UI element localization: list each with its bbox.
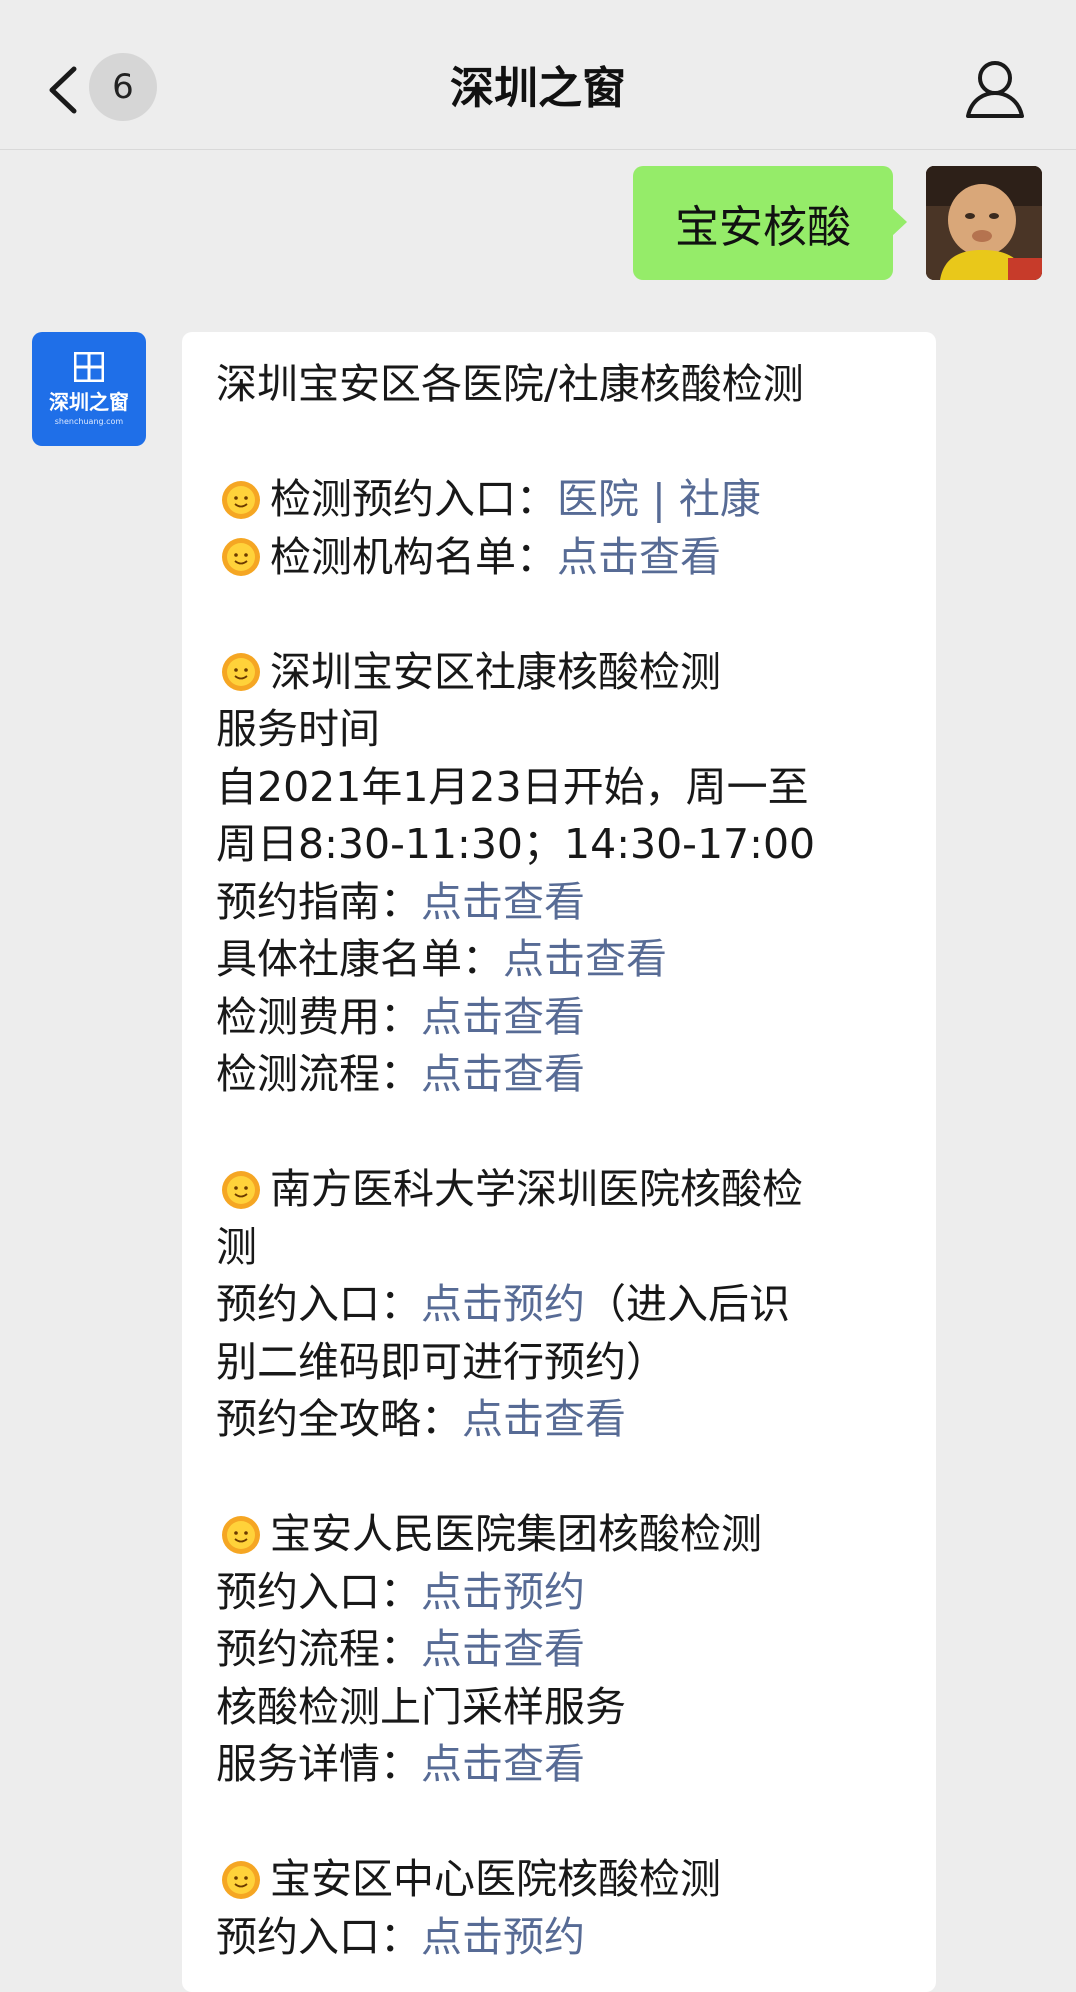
service-time-label: 服务时间 — [216, 705, 380, 753]
booking-label: 预约入口： — [216, 1280, 421, 1328]
account-avatar-name: 深圳之窗 — [49, 390, 129, 414]
home-sampling-text: 核酸检测上门采样服务 — [216, 1682, 626, 1731]
flow-link[interactable]: 点击查看 — [421, 1046, 585, 1104]
service-time-line-2: 周日8:30-11:30；14:30-17:00 — [216, 820, 816, 868]
booking-line: 预约入口： 点击预约 — [216, 1909, 902, 1967]
sent-message-bubble[interactable]: 宝安核酸 — [633, 166, 907, 280]
booking-flow-line: 预约流程： 点击查看 — [216, 1621, 902, 1679]
booking-line: 预约入口： 点击预约 （进入后识 — [216, 1276, 902, 1334]
strategy-label: 预约全攻略： — [216, 1395, 462, 1443]
profile-button[interactable] — [962, 56, 1028, 122]
fee-label: 检测费用： — [216, 992, 421, 1041]
service-detail-line: 服务详情： 点击查看 — [216, 1736, 902, 1794]
message-title: 深圳宝安区各医院/社康核酸检测 — [216, 360, 804, 408]
sun-icon — [222, 1515, 260, 1554]
community-list-line: 具体社康名单： 点击查看 — [216, 931, 902, 989]
institution-list-label: 检测机构名单： — [270, 532, 557, 581]
community-health-link[interactable]: 社康 — [679, 471, 761, 529]
fee-link[interactable]: 点击查看 — [421, 989, 585, 1047]
guide-link[interactable]: 点击查看 — [421, 874, 585, 932]
received-message-bubble[interactable]: 深圳宝安区各医院/社康核酸检测 检测预约入口： 医院 | 社康 检测机构名单： … — [182, 332, 936, 1992]
sun-icon — [222, 1860, 260, 1899]
booking-flow-link[interactable]: 点击查看 — [421, 1621, 585, 1679]
flow-label: 检测流程： — [216, 1050, 421, 1098]
message-body: 深圳宝安区各医院/社康核酸检测 检测预约入口： 医院 | 社康 检测机构名单： … — [182, 332, 936, 1966]
flow-line: 检测流程： 点击查看 — [216, 1046, 902, 1104]
institution-list-line: 检测机构名单： 点击查看 — [216, 529, 902, 587]
booking-flow-label: 预约流程： — [216, 1625, 421, 1673]
guide-line: 预约指南： 点击查看 — [216, 874, 902, 932]
community-list-label: 具体社康名单： — [216, 935, 503, 983]
booking-note: （进入后识 — [585, 1280, 790, 1328]
section-heading: 深圳宝安区社康核酸检测 — [216, 644, 902, 702]
booking-line: 预约入口： 点击预约 — [216, 1564, 902, 1622]
booking-entry-line: 检测预约入口： 医院 | 社康 — [216, 471, 902, 529]
chat-title: 深圳之窗 — [450, 63, 626, 114]
institution-list-link[interactable]: 点击查看 — [557, 529, 721, 587]
person-icon — [966, 61, 1024, 118]
section-heading: 宝安人民医院集团核酸检测 — [216, 1506, 902, 1564]
guide-label: 预约指南： — [216, 877, 421, 926]
hospital-link[interactable]: 医院 — [557, 471, 639, 529]
section-heading-text: 宝安区中心医院核酸检测 — [270, 1855, 721, 1903]
section-heading-text: 深圳宝安区社康核酸检测 — [270, 647, 721, 696]
sun-icon — [222, 653, 260, 692]
service-detail-label: 服务详情： — [216, 1740, 421, 1788]
booking-label: 预约入口： — [216, 1567, 421, 1616]
top-nav-bar: 6 深圳之窗 — [0, 0, 1076, 150]
account-avatar-domain: shenchuang.com — [54, 417, 124, 426]
booking-link[interactable]: 点击预约 — [421, 1276, 585, 1334]
sun-icon — [222, 1170, 260, 1209]
booking-link[interactable]: 点击预约 — [421, 1564, 585, 1622]
service-detail-link[interactable]: 点击查看 — [421, 1736, 585, 1794]
sun-icon — [222, 538, 260, 577]
account-avatar[interactable]: 深圳之窗 shenchuang.com — [32, 332, 146, 446]
strategy-line: 预约全攻略： 点击查看 — [216, 1391, 902, 1449]
section-heading-text: 南方医科大学深圳医院核酸检 — [270, 1165, 803, 1213]
sun-icon — [222, 480, 260, 519]
section-heading: 南方医科大学深圳医院核酸检 — [216, 1161, 902, 1219]
booking-link[interactable]: 点击预约 — [421, 1909, 585, 1967]
booking-note-wrap: 别二维码即可进行预约） — [216, 1337, 667, 1386]
strategy-link[interactable]: 点击查看 — [462, 1391, 626, 1449]
sent-message-text: 宝安核酸 — [675, 202, 851, 253]
user-photo — [926, 166, 1042, 280]
booking-entry-label: 检测预约入口： — [270, 475, 557, 523]
section-heading-text: 宝安人民医院集团核酸检测 — [270, 1510, 762, 1558]
community-list-link[interactable]: 点击查看 — [503, 931, 667, 989]
my-avatar[interactable] — [926, 166, 1042, 280]
link-separator: | — [639, 475, 679, 523]
window-icon — [74, 352, 104, 382]
section-heading-wrap: 测 — [216, 1222, 257, 1271]
service-time-line-1: 自2021年1月23日开始，周一至 — [216, 762, 809, 811]
booking-label: 预约入口： — [216, 1912, 421, 1961]
fee-line: 检测费用： 点击查看 — [216, 989, 902, 1047]
section-heading: 宝安区中心医院核酸检测 — [216, 1851, 902, 1909]
